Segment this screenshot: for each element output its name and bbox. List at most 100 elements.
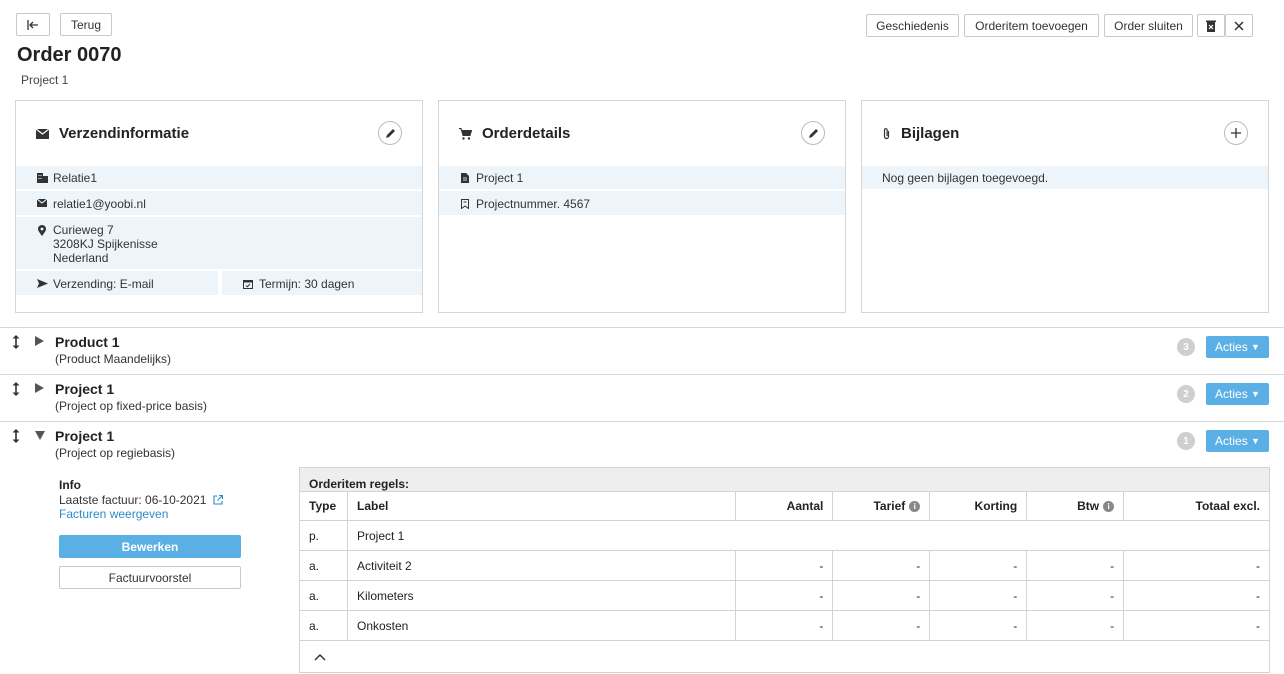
card-title: Orderdetails xyxy=(482,125,571,142)
actions-button[interactable]: Acties ▼ xyxy=(1206,336,1269,358)
type-cell: a. xyxy=(299,580,348,611)
quantity-cell: - xyxy=(735,550,834,581)
item-title: Project 1 xyxy=(55,428,115,444)
expand-triangle-icon[interactable] xyxy=(35,383,44,393)
back-button[interactable]: Terug xyxy=(60,13,112,36)
rate-cell: - xyxy=(832,580,931,611)
card-title: Verzendinformatie xyxy=(59,125,190,142)
info-title: Info xyxy=(59,478,81,492)
pencil-icon xyxy=(808,128,818,138)
edit-order-details-button[interactable] xyxy=(801,121,825,145)
total-cell: - xyxy=(1123,580,1270,611)
document-icon xyxy=(461,173,469,183)
caret-down-icon: ▼ xyxy=(1251,342,1260,352)
add-order-item-button[interactable]: Orderitem toevoegen xyxy=(964,14,1099,37)
vat-cell: - xyxy=(1026,610,1125,641)
column-header: Tarief i xyxy=(832,491,931,521)
calendar-icon xyxy=(243,280,253,289)
view-invoices-link[interactable]: Facturen weergeven xyxy=(59,507,168,521)
bookmark-icon xyxy=(461,199,469,209)
type-cell: p. xyxy=(299,520,348,551)
shipping-method-row: Verzending: E-mail xyxy=(16,271,218,295)
info-icon[interactable]: i xyxy=(1103,501,1115,513)
total-cell: - xyxy=(1123,550,1270,581)
project-row: Project 1 xyxy=(439,166,845,189)
add-attachment-button[interactable] xyxy=(1224,121,1248,145)
collapse-sidebar-button[interactable] xyxy=(16,13,50,36)
edit-shipping-button[interactable] xyxy=(378,121,402,145)
relation-row: Relatie1 xyxy=(16,166,422,189)
label-cell: Onkosten xyxy=(346,610,737,641)
actions-button[interactable]: Acties ▼ xyxy=(1206,383,1269,405)
item-title: Product 1 xyxy=(55,334,120,350)
map-pin-icon xyxy=(38,225,46,236)
type-cell: a. xyxy=(299,610,348,641)
delete-button[interactable] xyxy=(1197,14,1225,37)
column-header: Totaal excl. xyxy=(1123,491,1270,521)
rate-cell: - xyxy=(832,610,931,641)
rate-cell: - xyxy=(832,550,931,581)
last-invoice: Laatste factuur: 06-10-2021 xyxy=(59,493,223,507)
invoice-proposal-button[interactable]: Factuurvoorstel xyxy=(59,566,241,589)
divider xyxy=(0,374,1284,375)
history-button[interactable]: Geschiedenis xyxy=(866,14,959,37)
page-title: Order 0070 xyxy=(17,44,122,66)
term-row: Termijn: 30 dagen xyxy=(222,271,422,295)
trash-icon xyxy=(1206,20,1216,32)
drag-handle-icon[interactable] xyxy=(12,335,20,349)
collapse-triangle-icon[interactable] xyxy=(35,431,45,440)
item-subtitle: (Project op fixed-price basis) xyxy=(55,399,208,413)
plus-icon xyxy=(1231,128,1241,138)
actions-button[interactable]: Acties ▼ xyxy=(1206,430,1269,452)
lines-table-caption: Orderitem regels: xyxy=(299,467,1270,492)
column-header: Korting xyxy=(929,491,1028,521)
send-icon xyxy=(36,279,48,288)
table-row[interactable]: a. Activiteit 2 - - - - - xyxy=(299,550,1270,581)
table-row[interactable]: a. Kilometers - - - - - xyxy=(299,580,1270,611)
drag-handle-icon[interactable] xyxy=(12,429,20,443)
label-cell: Kilometers xyxy=(346,580,737,611)
count-badge: 2 xyxy=(1177,385,1195,403)
item-subtitle: (Project op regiebasis) xyxy=(55,446,176,460)
close-icon xyxy=(1234,20,1244,31)
divider xyxy=(0,421,1284,422)
column-header: Type xyxy=(299,491,348,521)
card-title: Bijlagen xyxy=(901,125,960,142)
discount-cell: - xyxy=(929,550,1028,581)
vat-cell: - xyxy=(1026,550,1125,581)
info-icon[interactable]: i xyxy=(909,501,921,513)
building-icon xyxy=(36,173,48,183)
total-cell: - xyxy=(1123,610,1270,641)
page-subtitle: Project 1 xyxy=(21,73,69,87)
close-order-button[interactable]: Order sluiten xyxy=(1104,14,1193,37)
type-cell: a. xyxy=(299,550,348,581)
count-badge: 3 xyxy=(1177,338,1195,356)
drag-handle-icon[interactable] xyxy=(12,382,20,396)
quantity-cell: - xyxy=(735,610,834,641)
chevron-up-icon[interactable] xyxy=(314,653,326,661)
caret-down-icon: ▼ xyxy=(1251,436,1260,446)
divider xyxy=(0,327,1284,328)
vat-cell: - xyxy=(1026,580,1125,611)
discount-cell: - xyxy=(929,610,1028,641)
email-row: relatie1@yoobi.nl xyxy=(16,191,422,215)
envelope-icon xyxy=(37,199,47,207)
cart-icon xyxy=(459,127,472,140)
label-cell: Project 1 xyxy=(346,520,1271,551)
caret-down-icon: ▼ xyxy=(1251,389,1260,399)
count-badge: 1 xyxy=(1177,432,1195,450)
column-header: Label xyxy=(346,491,737,521)
address-row: Curieweg 7 3208KJ Spijkenisse Nederland xyxy=(16,217,422,269)
shipping-info-card: Verzendinformatie Relatie1 relatie1@yoob… xyxy=(15,100,423,313)
attachments-empty-row: Nog geen bijlagen toegevoegd. xyxy=(862,166,1268,189)
close-button[interactable] xyxy=(1225,14,1253,37)
external-link-icon[interactable] xyxy=(213,494,223,505)
table-row[interactable]: p. Project 1 xyxy=(299,520,1271,551)
label-cell: Activiteit 2 xyxy=(346,550,737,581)
edit-button[interactable]: Bewerken xyxy=(59,535,241,558)
discount-cell: - xyxy=(929,580,1028,611)
expand-triangle-icon[interactable] xyxy=(35,336,44,346)
item-title: Project 1 xyxy=(55,381,115,397)
attachments-card: Bijlagen Nog geen bijlagen toegevoegd. xyxy=(861,100,1269,313)
table-row[interactable]: a. Onkosten - - - - - xyxy=(299,610,1270,641)
